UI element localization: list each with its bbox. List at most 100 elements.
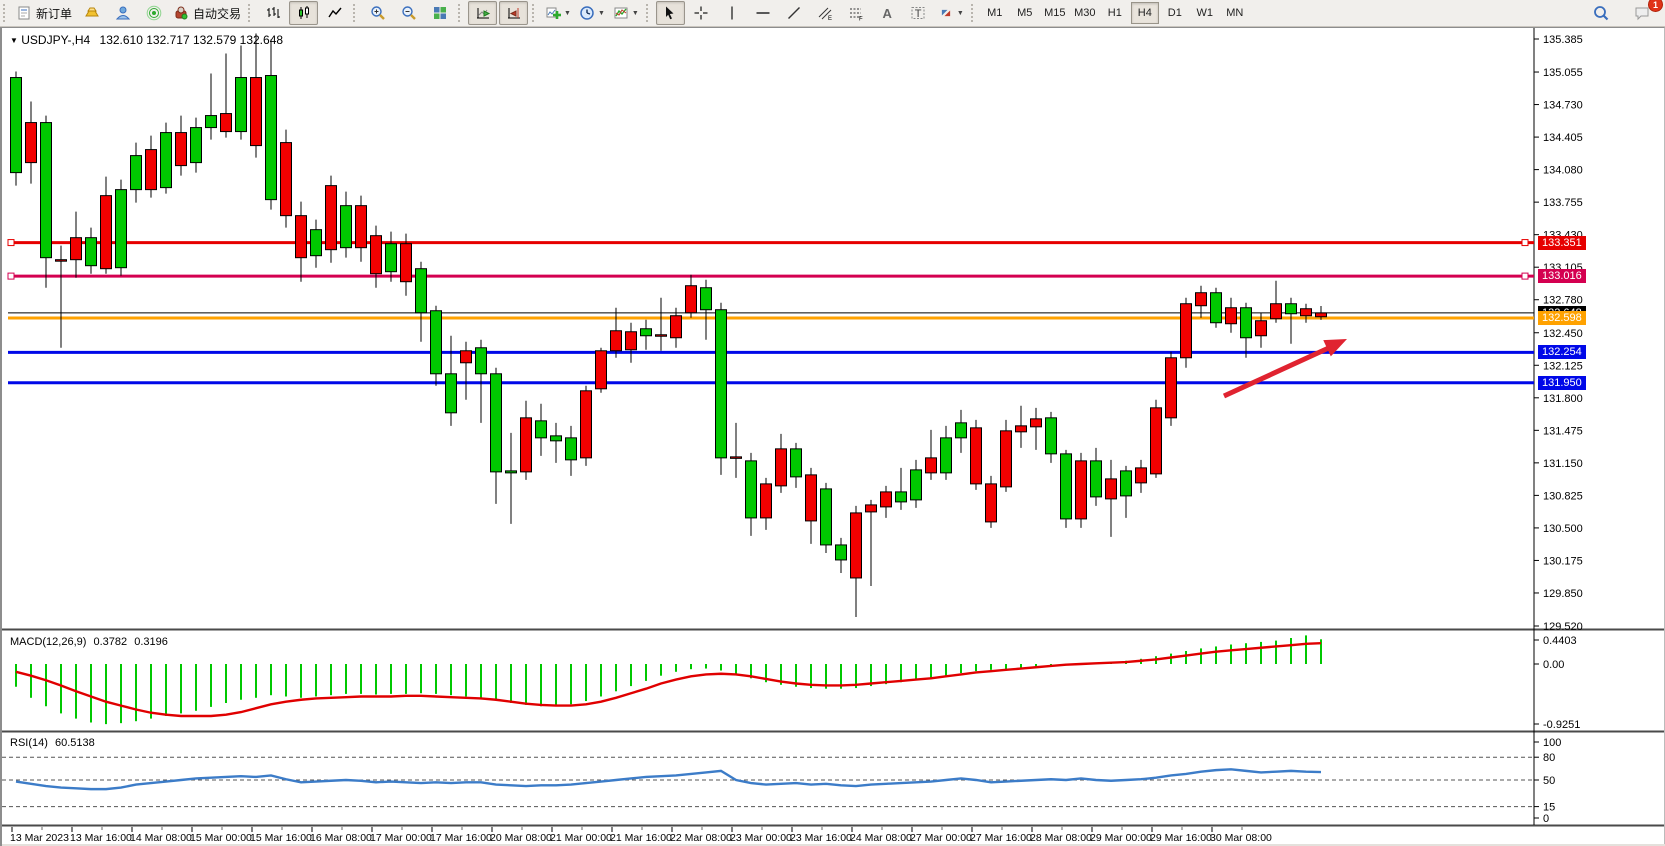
candle-body [1211, 293, 1222, 323]
resistance-line-2-handle[interactable] [8, 273, 14, 279]
candlestick-chart-button[interactable] [289, 1, 318, 25]
dropdown-caret-icon[interactable]: ▼ [957, 10, 964, 17]
bar-chart-button[interactable] [258, 1, 287, 25]
chart-shift-button[interactable] [499, 1, 528, 25]
candle-body [671, 316, 682, 338]
dropdown-caret-icon[interactable]: ▼ [632, 10, 639, 17]
candle-body [1301, 309, 1312, 316]
new-order-button[interactable]: 新订单 [13, 1, 75, 25]
fibo-icon: F [848, 5, 864, 21]
price-badge-133.351: 133.351 [1538, 236, 1586, 250]
timeframe-m30[interactable]: M30 [1071, 2, 1099, 24]
periods-button[interactable]: ▼ [576, 1, 608, 25]
candle-body [761, 484, 772, 518]
svg-text:15 Mar 16:00: 15 Mar 16:00 [250, 832, 312, 844]
candle-body [926, 458, 937, 473]
toolbar-grip [3, 4, 8, 22]
candle-body [1016, 426, 1027, 432]
vline-icon [724, 5, 740, 21]
svg-text:-0.9251: -0.9251 [1543, 719, 1580, 731]
arrows-button[interactable]: ▼ [935, 1, 967, 25]
timeframe-h4[interactable]: H4 [1131, 2, 1159, 24]
cursor-button[interactable] [656, 1, 685, 25]
autotrade-icon [173, 5, 189, 21]
dropdown-caret-icon[interactable]: ▼ [598, 10, 605, 17]
svg-text:130.825: 130.825 [1543, 490, 1583, 502]
toolbar-grip [532, 4, 537, 22]
crosshair-button[interactable] [687, 1, 716, 25]
fibonacci-button[interactable]: F [842, 1, 871, 25]
resistance-line-2-handle[interactable] [1522, 273, 1528, 279]
signals-button[interactable] [139, 1, 168, 25]
chart-canvas[interactable]: 135.385135.055134.730134.405134.080133.7… [2, 28, 1664, 846]
trendline-button[interactable] [780, 1, 809, 25]
symbol-period: USDJPY-,H4 [21, 33, 90, 47]
svg-text:100: 100 [1543, 737, 1561, 749]
price-axis: 135.385135.055134.730134.405134.080133.7… [1534, 34, 1583, 633]
svg-text:134.405: 134.405 [1543, 132, 1583, 144]
svg-text:23 Mar 16:00: 23 Mar 16:00 [790, 832, 852, 844]
templates-button[interactable]: ▼ [610, 1, 642, 25]
timeframe-m1[interactable]: M1 [981, 2, 1009, 24]
svg-text:16 Mar 08:00: 16 Mar 08:00 [310, 832, 372, 844]
autoscroll-icon [475, 5, 491, 21]
svg-text:130.175: 130.175 [1543, 555, 1583, 567]
timeframe-m5[interactable]: M5 [1011, 2, 1039, 24]
chart-dropdown-icon[interactable]: ▼ [10, 36, 18, 45]
autotrading-button[interactable]: 自动交易 [170, 1, 244, 25]
candle-body [1136, 468, 1147, 483]
candle-body [281, 143, 292, 216]
svg-text:15: 15 [1543, 802, 1555, 814]
timeframe-w1[interactable]: W1 [1191, 2, 1219, 24]
horizontal-line-button[interactable] [749, 1, 778, 25]
candle-body [836, 545, 847, 560]
time-axis: 13 Mar 202313 Mar 16:0014 Mar 08:0015 Ma… [10, 827, 1272, 844]
candle-body [1106, 479, 1117, 499]
candle-body [1076, 461, 1087, 519]
candle-body [1226, 308, 1237, 324]
auto-scroll-button[interactable] [468, 1, 497, 25]
price-badge-132.598: 132.598 [1538, 311, 1586, 325]
timeframe-mn[interactable]: MN [1221, 2, 1249, 24]
timeframe-d1[interactable]: D1 [1161, 2, 1189, 24]
candle-body [146, 150, 157, 190]
zoom-out-button[interactable] [394, 1, 423, 25]
candle-body [566, 438, 577, 460]
line-chart-button[interactable] [320, 1, 349, 25]
text-button[interactable]: A [873, 1, 902, 25]
svg-text:15 Mar 00:00: 15 Mar 00:00 [190, 832, 252, 844]
texta-icon: A [879, 5, 895, 21]
candle-body [191, 128, 202, 163]
candle-body [851, 513, 862, 578]
candle-body [701, 288, 712, 310]
candle-body [41, 123, 52, 258]
trend-arrow-annotation[interactable] [1224, 339, 1347, 396]
dropdown-caret-icon[interactable]: ▼ [564, 10, 571, 17]
candle-body [1091, 461, 1102, 497]
toolbar-grip [458, 4, 463, 22]
channel-icon: E [817, 5, 833, 21]
candle-body [611, 331, 622, 351]
candle-body [401, 244, 412, 282]
candle-body [311, 230, 322, 256]
timeframe-m15[interactable]: M15 [1041, 2, 1069, 24]
timeframe-h1[interactable]: H1 [1101, 2, 1129, 24]
equidistant-channel-button[interactable]: E [811, 1, 840, 25]
tile-windows-button[interactable] [425, 1, 454, 25]
indicators-button[interactable]: ▼ [542, 1, 574, 25]
candle-body [1061, 454, 1072, 519]
svg-text:29 Mar 16:00: 29 Mar 16:00 [1150, 832, 1212, 844]
autotrading-button-label: 自动交易 [193, 5, 241, 22]
community-button[interactable] [108, 1, 137, 25]
toolbar-grip [248, 4, 253, 22]
svg-text:F: F [859, 17, 863, 22]
candle-body [431, 311, 442, 374]
zoom-in-button[interactable] [363, 1, 392, 25]
candle-body [236, 78, 247, 132]
text-label-button[interactable]: T [904, 1, 933, 25]
vertical-line-button[interactable] [718, 1, 747, 25]
market-watch-button[interactable] [77, 1, 106, 25]
resistance-line-1-handle[interactable] [8, 240, 14, 246]
resistance-line-1-handle[interactable] [1522, 240, 1528, 246]
search-button[interactable] [1586, 1, 1615, 25]
